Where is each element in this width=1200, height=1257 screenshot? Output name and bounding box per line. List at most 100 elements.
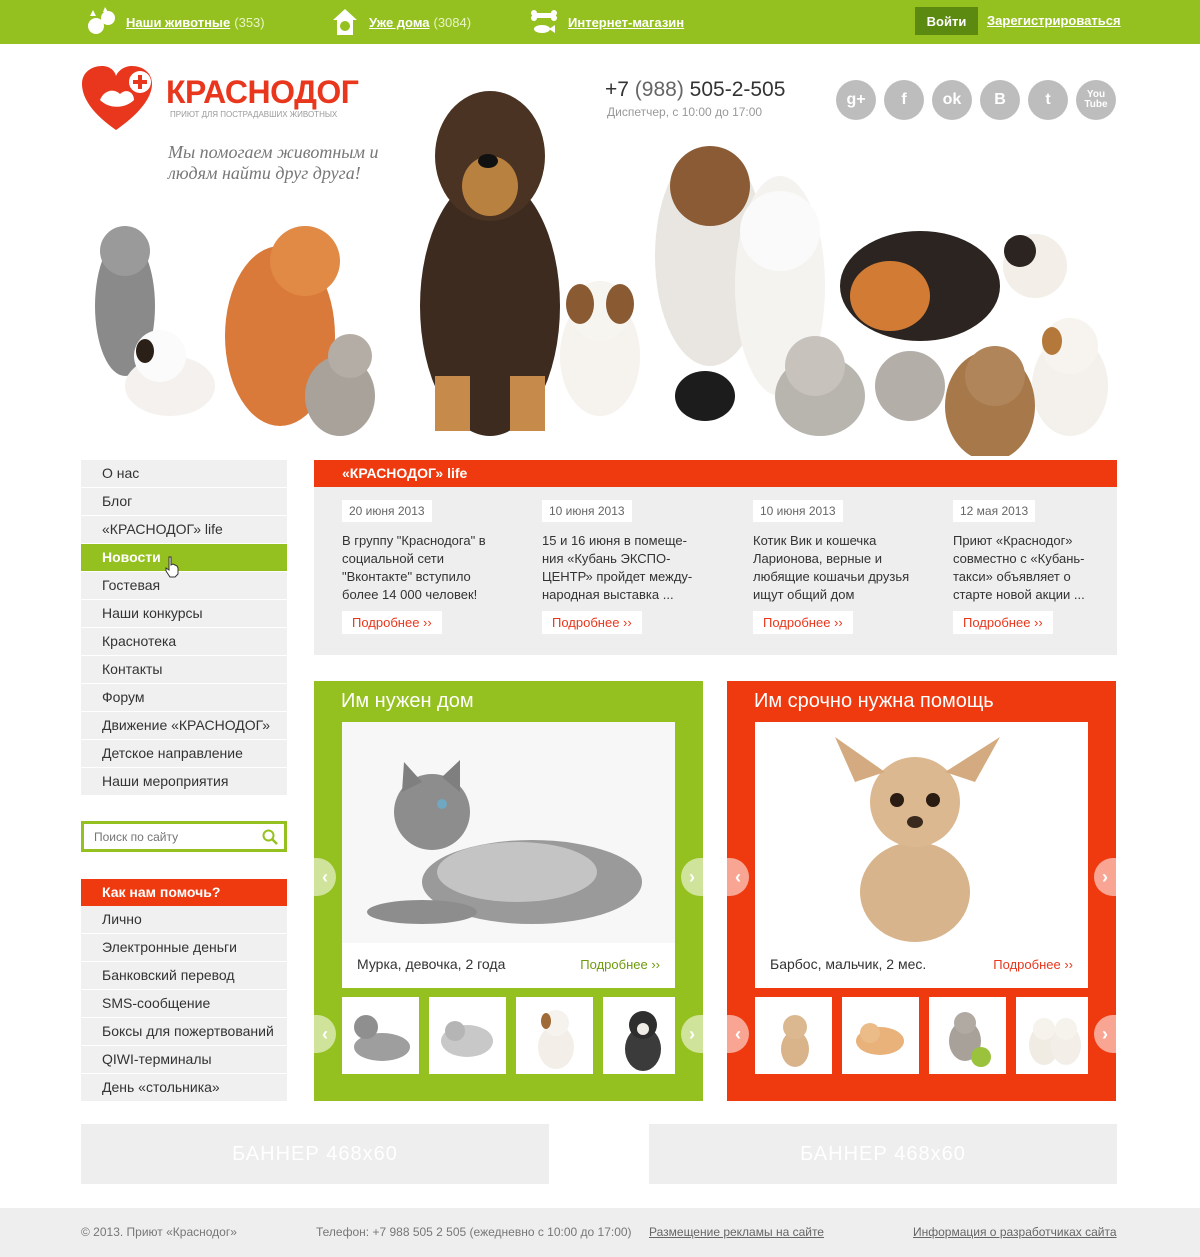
featured-cat-photo[interactable] [342, 722, 675, 947]
hand-cursor-icon [165, 556, 179, 578]
footer: © 2013. Приют «Краснодог» Телефон: +7 98… [0, 1208, 1200, 1257]
footer-phone: Телефон: +7 988 505 2 505 (ежедневно с 1… [316, 1225, 632, 1239]
nav-shop[interactable]: Интернет-магазин [526, 0, 684, 44]
menu-item-movement[interactable]: Движение «КРАСНОДОГ» [81, 712, 287, 740]
menu-item-library[interactable]: Краснотека [81, 628, 287, 656]
news-text: Котик Вик и кошечка Ларионова, верные и … [753, 533, 910, 602]
menu-item-news[interactable]: Новости [81, 544, 287, 572]
thumbnail[interactable] [1016, 997, 1088, 1074]
thumbnail[interactable] [603, 997, 675, 1074]
ad-banner[interactable]: БАННЕР 468х60 [649, 1124, 1117, 1184]
thumbs-next-arrow-icon[interactable]: › [1094, 1015, 1116, 1053]
photo-caption: Мурка, девочка, 2 года Подробнее ›› [342, 943, 675, 988]
search-box [81, 821, 287, 852]
news-more-link[interactable]: Подробнее ›› [753, 611, 853, 634]
social-links: g+ f ok B t You Tube [836, 80, 1116, 120]
thumbnail[interactable] [842, 997, 919, 1074]
twitter-icon[interactable]: t [1028, 80, 1068, 120]
pet-caption: Барбос, мальчик, 2 мес. [770, 956, 927, 972]
news-date: 12 мая 2013 [953, 500, 1036, 522]
news-more-link[interactable]: Подробнее ›› [953, 611, 1053, 634]
vkontakte-icon[interactable]: B [980, 80, 1020, 120]
menu-item-blog[interactable]: Блог [81, 488, 287, 516]
thumbnail[interactable] [755, 997, 832, 1074]
search-input[interactable] [84, 824, 244, 849]
menu-item-guestbook[interactable]: Гостевая [81, 572, 287, 600]
login-button[interactable]: Войти [915, 7, 978, 35]
help-item-bank[interactable]: Банковский перевод [81, 962, 287, 990]
news-text: Приют «Краснодог» совместно с «Кубань-та… [953, 533, 1085, 602]
pet-caption: Мурка, девочка, 2 года [357, 956, 506, 972]
register-link[interactable]: Зарегистрироваться [987, 13, 1121, 28]
youtube-icon[interactable]: You Tube [1076, 80, 1116, 120]
news-block: «КРАСНОДОГ» life 20 июня 2013 В группу "… [314, 460, 1117, 655]
google-plus-icon[interactable]: g+ [836, 80, 876, 120]
news-title: «КРАСНОДОГ» life [314, 460, 1117, 487]
news-date: 10 июня 2013 [542, 500, 632, 522]
photo-caption: Барбос, мальчик, 2 мес. Подробнее ›› [755, 943, 1088, 988]
photo-prev-arrow-icon[interactable]: ‹ [727, 858, 749, 896]
nav-already-home-label[interactable]: Уже дома [369, 15, 430, 30]
pet-more-link[interactable]: Подробнее ›› [993, 957, 1073, 972]
help-item-personal[interactable]: Лично [81, 906, 287, 934]
photo-prev-arrow-icon[interactable]: ‹ [314, 858, 336, 896]
top-bar: Наши животные (353) Уже дома (3084) Инте… [0, 0, 1200, 44]
logo-name: КРАСНОДОГ [166, 74, 359, 110]
nav-our-animals-label[interactable]: Наши животные [126, 15, 230, 30]
nav-shop-label[interactable]: Интернет-магазин [568, 15, 684, 30]
news-item: 20 июня 2013 В группу "Краснодога" в соц… [342, 500, 502, 604]
menu-item-kids[interactable]: Детское направление [81, 740, 287, 768]
phone-main: 505-2-505 [689, 78, 786, 101]
nav-already-home-count: (3084) [433, 14, 472, 30]
ad-banner[interactable]: БАННЕР 468х60 [81, 1124, 549, 1184]
menu-item-life[interactable]: «КРАСНОДОГ» life [81, 516, 287, 544]
featured-dog-photo[interactable] [755, 722, 1088, 947]
phone-code: (988) [634, 78, 684, 101]
footer-developers-link[interactable]: Информация о разработчиках сайта [913, 1225, 1117, 1239]
help-item-sms[interactable]: SMS-сообщение [81, 990, 287, 1018]
site-logo[interactable]: КРАСНОДОГ ПРИЮТ ДЛЯ ПОСТРАДАВШИХ ЖИВОТНЫ… [80, 64, 360, 134]
news-text: 15 и 16 июня в помеще-ния «Кубань ЭКСПО-… [542, 533, 693, 602]
bone-fish-icon [526, 4, 562, 40]
news-more-link[interactable]: Подробнее ›› [342, 611, 442, 634]
logo-subtitle: ПРИЮТ ДЛЯ ПОСТРАДАВШИХ ЖИВОТНЫХ [170, 110, 338, 119]
menu-item-contests[interactable]: Наши конкурсы [81, 600, 287, 628]
heart-cross-logo-icon [82, 66, 152, 130]
news-item: 12 мая 2013 Приют «Краснодог» совместно … [953, 500, 1113, 604]
facebook-icon[interactable]: f [884, 80, 924, 120]
help-item-qiwi[interactable]: QIWI-терминалы [81, 1046, 287, 1074]
help-item-emoney[interactable]: Электронные деньги [81, 934, 287, 962]
thumbs-next-arrow-icon[interactable]: › [681, 1015, 703, 1053]
need-home-title: Им нужен дом [341, 690, 474, 712]
nav-our-animals[interactable]: Наши животные (353) [84, 0, 265, 44]
thumbnail[interactable] [429, 997, 506, 1074]
news-date: 20 июня 2013 [342, 500, 432, 522]
thumbs-prev-arrow-icon[interactable]: ‹ [727, 1015, 749, 1053]
news-item: 10 июня 2013 15 и 16 июня в помеще-ния «… [542, 500, 702, 604]
news-more-link[interactable]: Подробнее ›› [542, 611, 642, 634]
menu-item-forum[interactable]: Форум [81, 684, 287, 712]
cat-dog-icon [84, 4, 120, 40]
help-item-hundred-day[interactable]: День «стольника» [81, 1074, 287, 1102]
nav-already-home[interactable]: Уже дома (3084) [327, 0, 471, 44]
pet-more-link[interactable]: Подробнее ›› [580, 957, 660, 972]
photo-next-arrow-icon[interactable]: › [1094, 858, 1116, 896]
menu-item-about[interactable]: О нас [81, 460, 287, 488]
help-item-boxes[interactable]: Боксы для пожертвований [81, 1018, 287, 1046]
thumbnail[interactable] [342, 997, 419, 1074]
thumbs-prev-arrow-icon[interactable]: ‹ [314, 1015, 336, 1053]
footer-copyright: © 2013. Приют «Краснодог» [81, 1225, 237, 1239]
news-item: 10 июня 2013 Котик Вик и кошечка Ларионо… [753, 500, 913, 604]
search-icon[interactable] [262, 829, 278, 845]
photo-next-arrow-icon[interactable]: › [681, 858, 703, 896]
phone-prefix: +7 [605, 78, 629, 101]
side-menu: О нас Блог «КРАСНОДОГ» life Новости Гост… [81, 460, 287, 796]
need-home-panel: Им нужен дом ‹ › Мурка, девочка, 2 года … [314, 681, 703, 1101]
thumbnail[interactable] [929, 997, 1006, 1074]
menu-item-contacts[interactable]: Контакты [81, 656, 287, 684]
odnoklassniki-icon[interactable]: ok [932, 80, 972, 120]
phone-number: +7 (988) 505-2-505 [605, 78, 785, 102]
menu-item-events[interactable]: Наши мероприятия [81, 768, 287, 796]
footer-ads-link[interactable]: Размещение рекламы на сайте [649, 1225, 824, 1239]
thumbnail[interactable] [516, 997, 593, 1074]
